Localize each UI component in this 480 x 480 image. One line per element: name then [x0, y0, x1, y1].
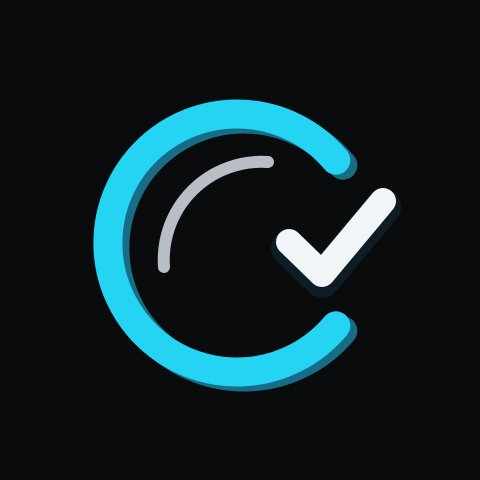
check-circle-logo-icon	[0, 0, 480, 480]
logo-background	[0, 0, 480, 480]
check-circle-logo	[0, 0, 480, 480]
